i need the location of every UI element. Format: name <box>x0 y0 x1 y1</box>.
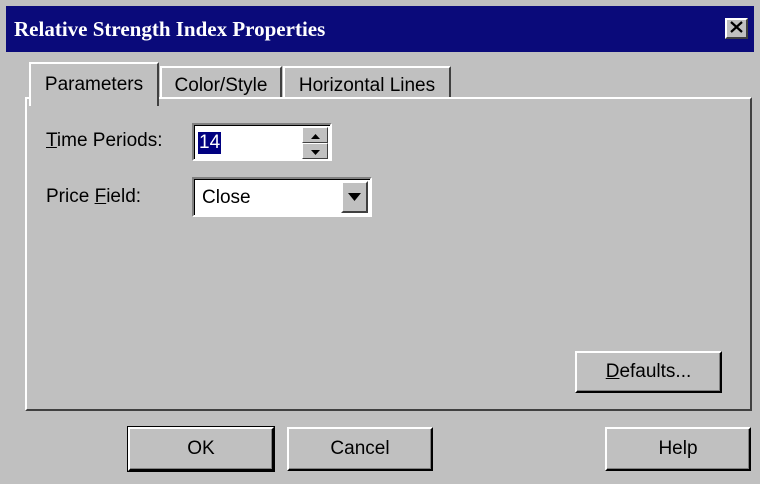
tab-label: Horizontal Lines <box>298 75 436 96</box>
window-title: Relative Strength Index Properties <box>14 17 326 41</box>
price-field-value: Close <box>202 187 251 208</box>
close-icon <box>730 20 743 38</box>
price-field-label-prefix: Price <box>46 186 95 207</box>
time-periods-spinner[interactable]: 14 <box>192 123 332 161</box>
ok-label: OK <box>187 438 215 459</box>
defaults-label: efaults... <box>619 361 692 382</box>
title-bar[interactable]: Relative Strength Index Properties <box>6 6 754 52</box>
spin-down-button[interactable] <box>302 143 328 159</box>
ok-button[interactable]: OK <box>127 426 275 472</box>
time-periods-mnemonic: T <box>46 130 57 151</box>
price-field-label-text: ield: <box>106 186 142 207</box>
help-label: Help <box>658 438 698 459</box>
tab-label: Parameters <box>44 74 144 95</box>
rsi-properties-dialog: Relative Strength Index Properties Param… <box>0 0 760 484</box>
cancel-button[interactable]: Cancel <box>287 427 433 471</box>
close-button[interactable] <box>725 18 748 39</box>
spin-up-button[interactable] <box>302 127 328 143</box>
price-field-select[interactable]: Close <box>192 177 372 217</box>
price-field-label: Price Field: <box>46 186 141 208</box>
dropdown-button[interactable] <box>341 181 368 213</box>
chevron-down-icon <box>348 188 361 206</box>
time-periods-input[interactable]: 14 <box>198 132 222 154</box>
defaults-mnemonic: D <box>605 361 620 382</box>
price-field-mnemonic: F <box>94 186 107 207</box>
cancel-label: Cancel <box>330 438 390 459</box>
time-periods-label-text: ime Periods: <box>56 130 163 151</box>
time-periods-label: Time Periods: <box>46 130 163 152</box>
tab-parameters[interactable]: Parameters <box>29 62 159 106</box>
arrow-down-icon <box>310 142 320 160</box>
help-button[interactable]: Help <box>605 427 751 471</box>
defaults-button[interactable]: Defaults... <box>575 351 722 393</box>
tab-label: Color/Style <box>174 75 268 96</box>
